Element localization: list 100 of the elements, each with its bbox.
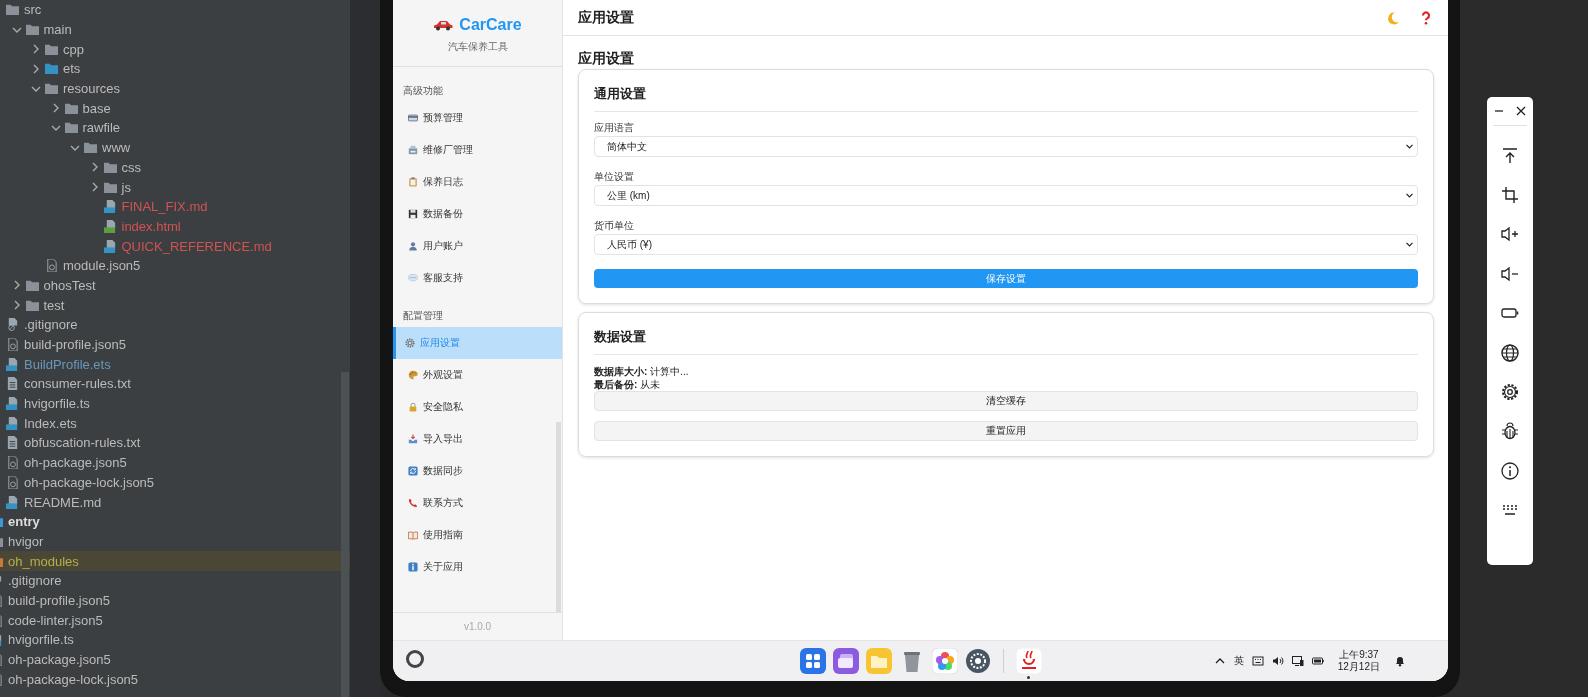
bell-icon[interactable] [1394, 655, 1406, 667]
nav-item[interactable]: 联系方式 [393, 487, 562, 519]
tree-item[interactable]: build-profile.json5 [0, 334, 350, 355]
file-icon [6, 475, 19, 489]
move-to-top-icon[interactable] [1500, 145, 1520, 166]
tree-item[interactable]: ets [0, 59, 350, 79]
close-icon[interactable] [1516, 106, 1526, 116]
tree-item[interactable]: main [0, 19, 350, 40]
file-name: .gitignore [24, 317, 78, 333]
folder-icon [6, 3, 19, 17]
folder-icon [64, 101, 78, 115]
nav-item[interactable]: 客服支持 [393, 262, 562, 294]
home-icon[interactable] [405, 649, 425, 669]
dropdown[interactable]: 人民币 (¥) [594, 234, 1418, 255]
battery-icon[interactable] [1311, 655, 1324, 667]
file-name: oh-package.json5 [8, 652, 111, 668]
book-icon [408, 530, 418, 540]
file-name: obfuscation-rules.txt [24, 435, 141, 451]
windows-icon[interactable] [832, 648, 859, 674]
tree-item[interactable]: module.json5 [0, 255, 350, 276]
action-button[interactable]: 重置应用 [594, 421, 1418, 441]
tree-item[interactable]: .gitignore [0, 315, 350, 335]
settings-icon[interactable] [964, 648, 991, 674]
nav-item[interactable]: 数据备份 [393, 198, 562, 230]
scrollbar[interactable] [341, 372, 349, 697]
time-text: 上午9:37 [1339, 649, 1379, 661]
file-name: .gitignore [8, 573, 62, 589]
tree-item[interactable]: oh-package.json5 [0, 649, 350, 670]
tree-item[interactable]: oh-package.json5 [0, 452, 350, 473]
tree-item[interactable]: cpp [0, 39, 350, 60]
tree-item[interactable]: Index.ets [0, 413, 350, 434]
tree-item[interactable]: hvigorfile.ts [0, 393, 350, 414]
tree-item[interactable]: test [0, 295, 350, 315]
tree-item[interactable]: base [0, 98, 350, 119]
input-method-indicator[interactable]: 英 [1233, 654, 1244, 668]
save-button[interactable]: 保存设置 [594, 269, 1418, 288]
chevron-down-icon [1406, 144, 1413, 149]
file-name: hvigor [8, 533, 44, 549]
file-name: js [121, 179, 131, 195]
folder-icon [84, 141, 97, 155]
tree-item[interactable]: hvigorfile.ts [0, 630, 350, 650]
file-name: ets [63, 61, 81, 77]
tree-item[interactable]: .gitignore [0, 570, 350, 591]
tree-item[interactable]: css [0, 157, 350, 178]
tree-item[interactable]: README.md [0, 492, 350, 512]
nav-item[interactable]: 保养日志 [393, 166, 562, 198]
file-name: oh-package-lock.json5 [24, 474, 155, 490]
tree-item[interactable]: oh_modules [0, 551, 350, 571]
speaker-icon[interactable] [1271, 655, 1284, 667]
crop-icon[interactable] [1500, 185, 1520, 206]
tree-item[interactable]: resources [0, 78, 350, 99]
tree-item[interactable]: oh-package-lock.json5 [0, 669, 350, 690]
nav-item[interactable]: 导入导出 [393, 423, 562, 455]
nav-item[interactable]: 维修厂管理 [393, 134, 562, 166]
tree-item[interactable]: hvigor [0, 531, 350, 552]
field-label: 应用语言 [594, 122, 635, 134]
tree-item[interactable]: code-linter.json5 [0, 610, 350, 630]
nav-item[interactable]: 预算管理 [393, 102, 562, 134]
file-name: consumer-rules.txt [24, 376, 131, 392]
dropdown[interactable]: 简体中文 [594, 136, 1418, 157]
settings-icon[interactable] [1500, 381, 1520, 402]
nav-item[interactable]: 外观设置 [393, 359, 562, 391]
globe-icon[interactable] [1500, 342, 1520, 363]
file-name: hvigorfile.ts [8, 632, 74, 648]
dropdown[interactable]: 公里 (km) [594, 185, 1418, 206]
tree-item[interactable]: rawfile [0, 118, 350, 138]
nav-item[interactable]: 用户账户 [393, 230, 562, 262]
tree-item[interactable]: build-profile.json5 [0, 590, 350, 611]
inbox-tray-icon [408, 434, 418, 444]
tree-item[interactable]: ohosTest [0, 275, 350, 296]
tree-item[interactable]: oh-package-lock.json5 [0, 472, 350, 493]
keyboard-icon[interactable] [1251, 655, 1264, 667]
clock[interactable]: 上午9:37 12月12日 [1337, 649, 1380, 673]
file-name: module.json5 [63, 258, 141, 274]
tree-item[interactable]: consumer-rules.txt [0, 374, 350, 394]
monitor-icon[interactable] [1291, 655, 1304, 667]
card-title: 数据设置 [594, 328, 647, 346]
chevron-right-icon[interactable] [31, 44, 41, 55]
tree-item[interactable]: entry [0, 511, 350, 532]
nav-item[interactable]: 使用指南 [393, 519, 562, 551]
tree-item[interactable]: www [0, 137, 350, 158]
bug-icon[interactable] [1500, 421, 1520, 442]
chevron-right-icon[interactable] [31, 63, 41, 74]
nav-item[interactable]: 数据同步 [393, 455, 562, 487]
tree-item[interactable]: BuildProfile.ets [0, 354, 350, 375]
file-name: entry [8, 514, 40, 530]
scrollbar[interactable] [556, 422, 561, 612]
info-line: 最后备份: 从未 [594, 378, 662, 391]
flame-icon[interactable] [1015, 648, 1042, 674]
flower-icon[interactable] [931, 648, 958, 674]
app-grid-icon[interactable] [799, 648, 826, 674]
nav-item[interactable]: 安全隐私 [393, 391, 562, 423]
help-icon[interactable] [1419, 10, 1433, 25]
tree-item[interactable]: js [0, 177, 350, 197]
action-button[interactable]: 清空缓存 [594, 391, 1418, 411]
tree-item[interactable]: obfuscation-rules.txt [0, 433, 350, 453]
info-icon[interactable] [1500, 460, 1520, 481]
nav-item[interactable]: 关于应用 [393, 551, 562, 583]
tree-item[interactable]: src [0, 0, 350, 20]
clipboard-icon [408, 177, 418, 187]
